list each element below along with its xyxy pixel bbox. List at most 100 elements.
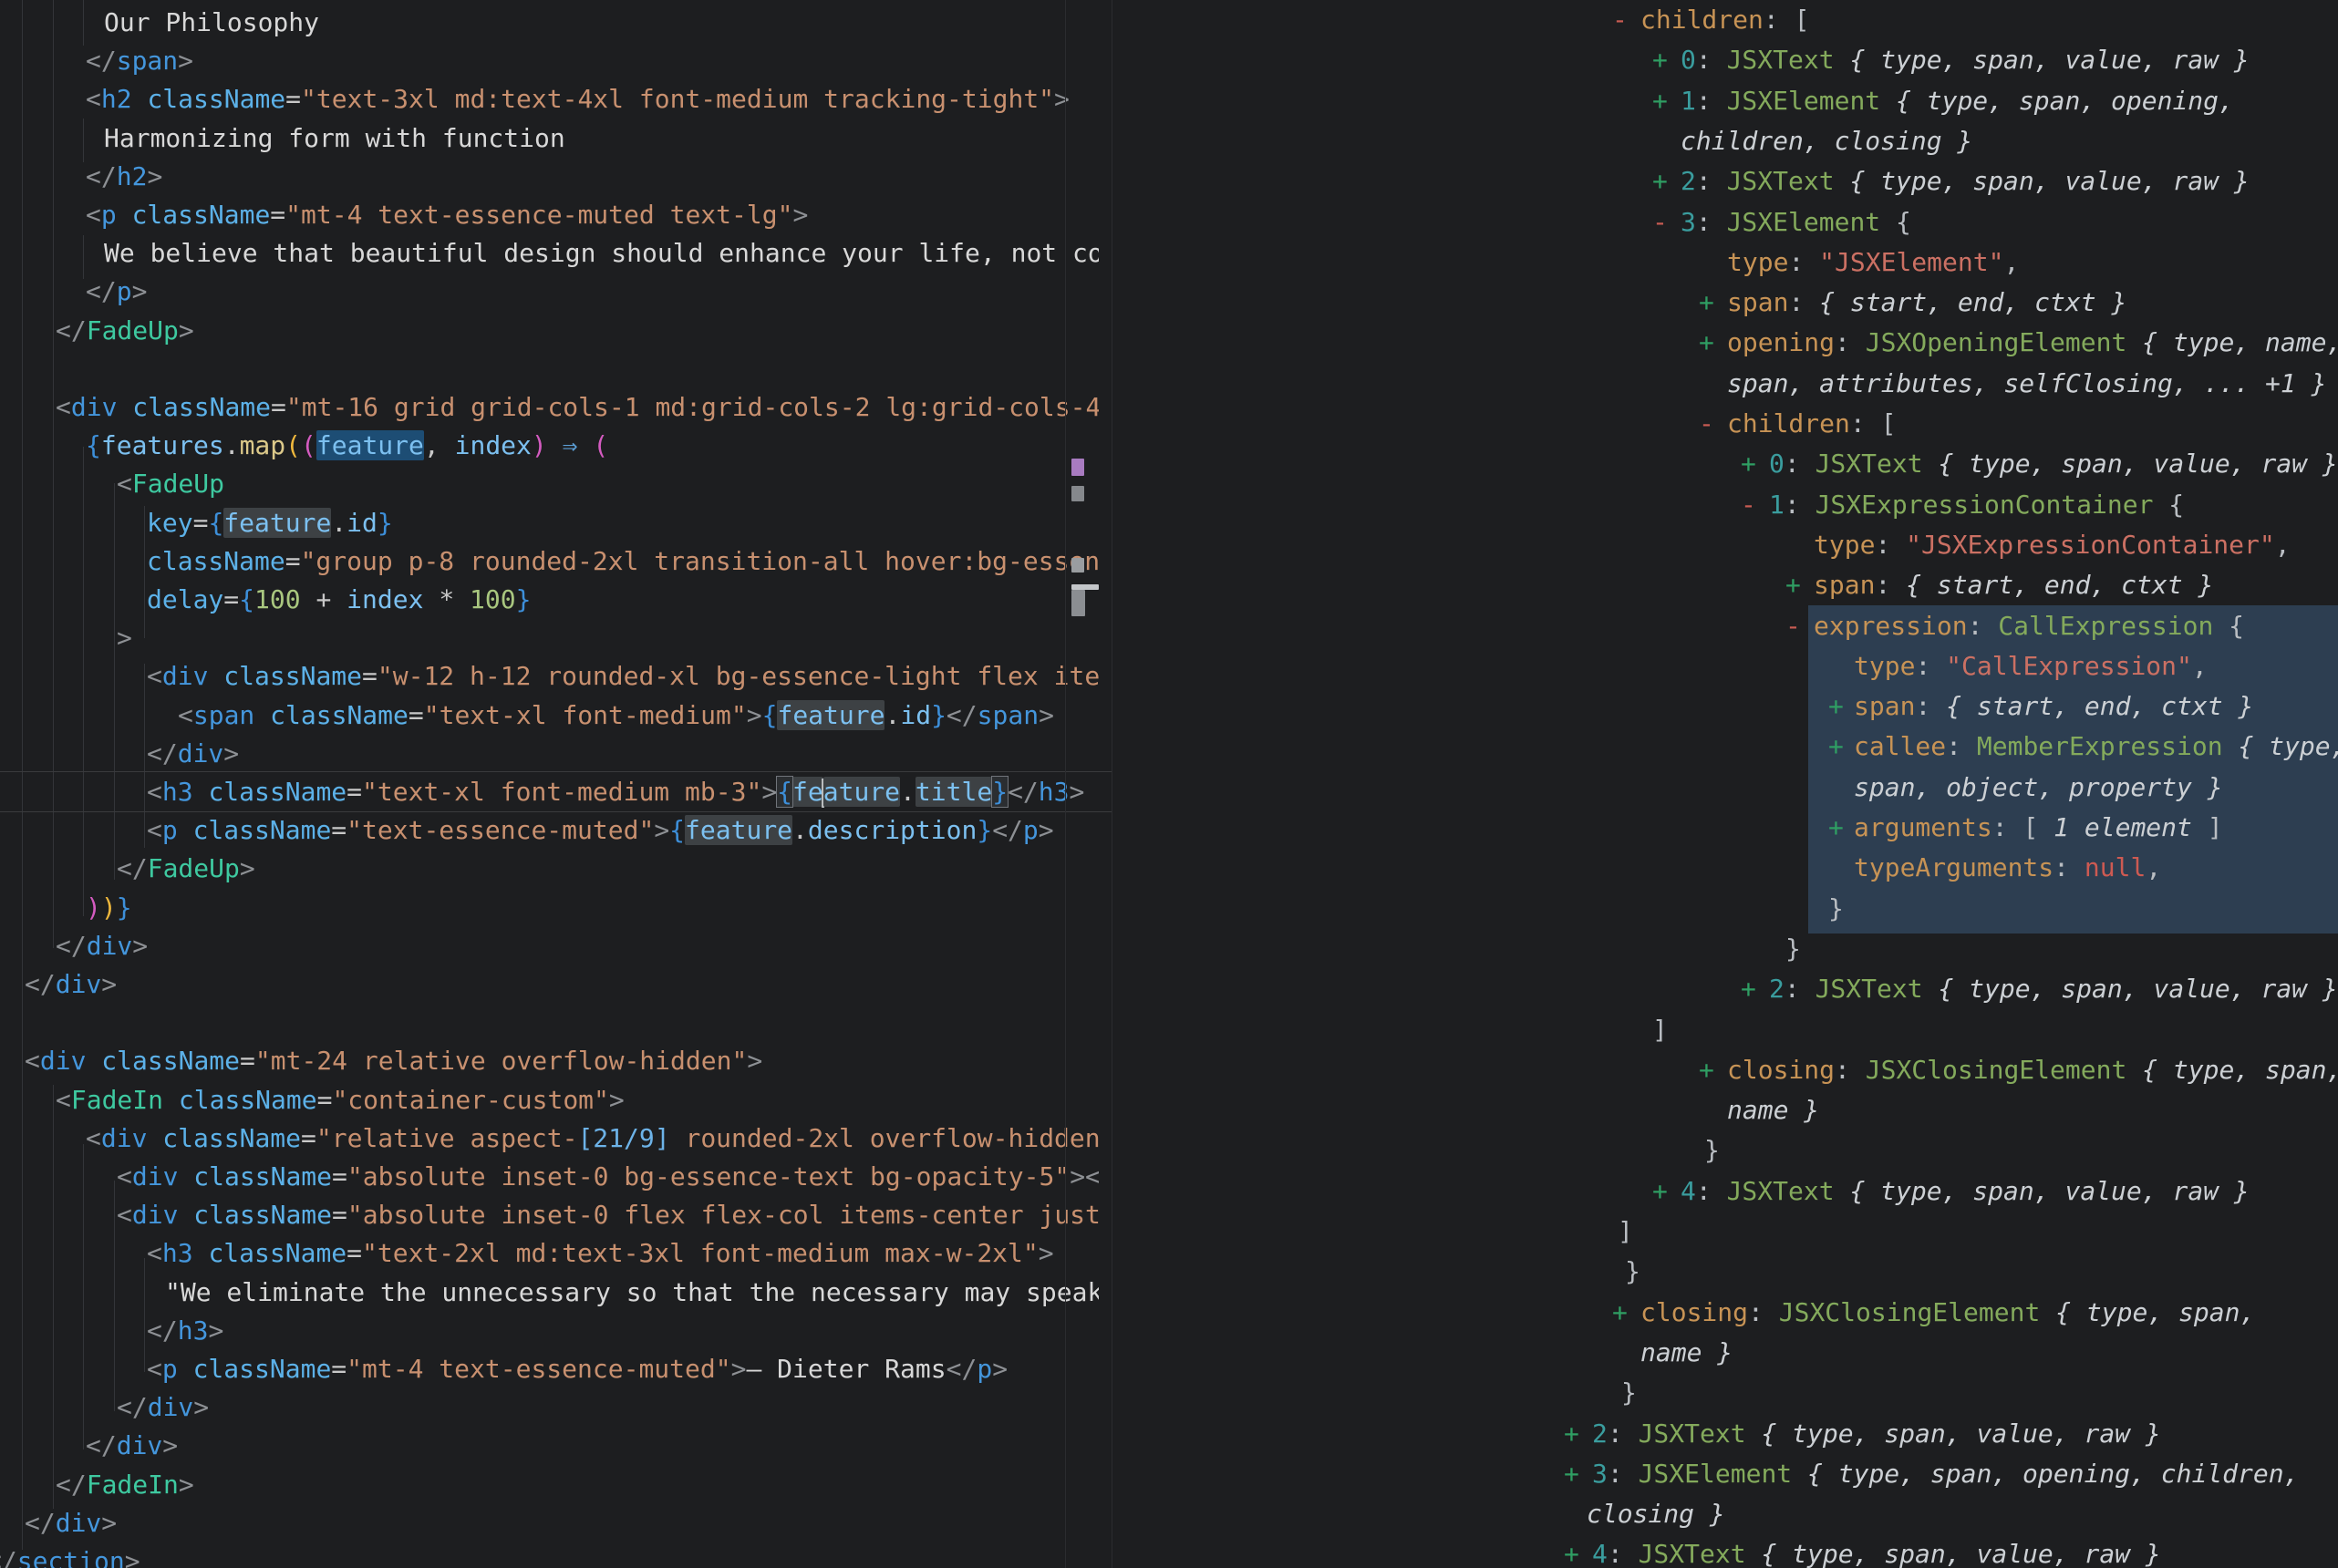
expand-icon[interactable]: + <box>1652 81 1668 121</box>
expand-icon[interactable]: + <box>1652 1171 1668 1212</box>
ast-node-type: JSXText <box>1727 166 1835 196</box>
ast-node-type: JSXClosingElement <box>1866 1055 2127 1085</box>
token: : <box>1835 1055 1866 1085</box>
ast-row[interactable]: } <box>0 1252 2338 1292</box>
expand-icon[interactable]: + <box>1564 1454 1579 1494</box>
ast-row-content: 4: JSXText { type, span, value, raw } <box>1681 1171 2250 1212</box>
collapse-icon[interactable]: - <box>1785 606 1801 646</box>
ast-row[interactable]: -expression: CallExpression { <box>0 606 2338 646</box>
token: , <box>2003 247 2019 277</box>
token: : <box>1608 1418 1639 1449</box>
ast-key: closing <box>1640 1297 1748 1327</box>
ast-row[interactable]: children, closing } <box>0 121 2338 161</box>
ast-row-content: span: { start, end, ctxt } <box>1854 686 2253 727</box>
ast-string-value: "CallExpression" <box>1946 651 2192 681</box>
ast-index: 1 <box>1681 86 1696 116</box>
ast-row[interactable]: typeArguments: null, <box>0 848 2338 888</box>
ast-row[interactable]: } <box>0 929 2338 969</box>
expand-icon[interactable]: + <box>1828 686 1844 727</box>
expand-icon[interactable]: + <box>1699 1050 1714 1090</box>
ast-row[interactable]: +arguments: [ 1 element ] <box>0 808 2338 848</box>
ast-string-value: "JSXElement" <box>1819 247 2003 277</box>
collapse-icon[interactable]: - <box>1652 202 1668 242</box>
ast-row[interactable]: +span: { start, end, ctxt } <box>0 565 2338 605</box>
ast-row[interactable]: +span: { start, end, ctxt } <box>0 283 2338 323</box>
ast-row[interactable]: -children: [ <box>0 404 2338 444</box>
expand-icon[interactable]: + <box>1652 161 1668 201</box>
ast-row[interactable]: +callee: MemberExpression { type, <box>0 727 2338 767</box>
token: : <box>1915 651 1946 681</box>
ast-row[interactable]: name } <box>0 1333 2338 1373</box>
ast-row[interactable]: ] <box>0 1010 2338 1050</box>
ast-row-content: span, attributes, selfClosing, ... +1 } <box>1727 364 2326 404</box>
ast-row[interactable]: +4: JSXText { type, span, value, raw } <box>0 1534 2338 1568</box>
expand-icon[interactable]: + <box>1828 727 1844 767</box>
expand-icon[interactable]: + <box>1741 969 1756 1009</box>
ast-row[interactable]: +2: JSXText { type, span, value, raw } <box>0 161 2338 201</box>
ast-row[interactable]: -3: JSXElement { <box>0 202 2338 242</box>
ast-row[interactable]: +4: JSXText { type, span, value, raw } <box>0 1171 2338 1212</box>
ast-summary: { type, span, value, raw } <box>1835 166 2250 196</box>
ast-node-type: JSXText <box>1816 974 1923 1004</box>
token: : <box>1875 570 1906 600</box>
ast-row[interactable]: span, attributes, selfClosing, ... +1 } <box>0 364 2338 404</box>
expand-icon[interactable]: + <box>1652 40 1668 80</box>
ast-row[interactable]: ] <box>0 1212 2338 1252</box>
expand-icon[interactable]: + <box>1741 444 1756 484</box>
ast-row[interactable]: +2: JSXText { type, span, value, raw } <box>0 1414 2338 1454</box>
ast-row[interactable]: span, object, property } <box>0 768 2338 808</box>
expand-icon[interactable]: + <box>1699 283 1714 323</box>
collapse-icon[interactable]: - <box>1612 0 1628 40</box>
ast-row-content: 2: JSXText { type, span, value, raw } <box>1681 161 2250 201</box>
ast-row[interactable]: +0: JSXText { type, span, value, raw } <box>0 40 2338 80</box>
ast-row-content: ] <box>1652 1010 1668 1050</box>
expand-icon[interactable]: + <box>1564 1414 1579 1454</box>
ast-row[interactable]: type: "CallExpression", <box>0 646 2338 686</box>
token: } <box>1828 893 1844 923</box>
ast-row[interactable]: type: "JSXElement", <box>0 242 2338 283</box>
expand-icon[interactable]: + <box>1785 565 1801 605</box>
ast-row[interactable]: closing } <box>0 1494 2338 1534</box>
ast-row[interactable]: -children: [ <box>0 0 2338 40</box>
ast-key: arguments <box>1854 812 1992 842</box>
ast-key: type <box>1814 530 1875 560</box>
ast-row[interactable]: name } <box>0 1090 2338 1130</box>
ast-row[interactable]: } <box>0 1130 2338 1171</box>
ast-row-content: name } <box>1640 1333 1733 1373</box>
collapse-icon[interactable]: - <box>1741 485 1756 525</box>
ast-node-type: JSXOpeningElement <box>1866 327 2127 357</box>
token: , <box>2146 852 2161 882</box>
ast-row[interactable]: +closing: JSXClosingElement { type, span… <box>0 1050 2338 1090</box>
ast-key: type <box>1854 651 1915 681</box>
collapse-icon[interactable]: - <box>1699 404 1714 444</box>
ast-row[interactable]: } <box>0 1373 2338 1413</box>
ast-row[interactable]: -1: JSXExpressionContainer { <box>0 485 2338 525</box>
expand-icon[interactable]: + <box>1612 1293 1628 1333</box>
ast-summary: name } <box>1640 1337 1733 1367</box>
ast-row[interactable]: +2: JSXText { type, span, value, raw } <box>0 969 2338 1009</box>
ast-node-type: JSXText <box>1639 1539 1746 1568</box>
expand-icon[interactable]: + <box>1828 808 1844 848</box>
ast-row[interactable]: +opening: JSXOpeningElement { type, name… <box>0 323 2338 363</box>
ast-row[interactable]: } <box>0 889 2338 929</box>
ast-row[interactable]: +closing: JSXClosingElement { type, span… <box>0 1293 2338 1333</box>
ast-row[interactable]: +span: { start, end, ctxt } <box>0 686 2338 727</box>
ast-row-content: callee: MemberExpression { type, <box>1854 727 2338 767</box>
expand-icon[interactable]: + <box>1699 323 1714 363</box>
ast-key: expression <box>1814 611 1968 641</box>
ast-row-content: children: [ <box>1640 0 1809 40</box>
ast-index: 2 <box>1681 166 1696 196</box>
ast-row[interactable]: type: "JSXExpressionContainer", <box>0 525 2338 565</box>
ast-key: children <box>1640 5 1764 35</box>
ast-key: opening <box>1727 327 1835 357</box>
expand-icon[interactable]: + <box>1564 1534 1579 1568</box>
ast-row[interactable]: +3: JSXElement { type, span, opening, ch… <box>0 1454 2338 1494</box>
ast-row[interactable]: +1: JSXElement { type, span, opening, <box>0 81 2338 121</box>
ast-summary: { start, end, ctxt } <box>1946 691 2253 721</box>
ast-row[interactable]: +0: JSXText { type, span, value, raw } <box>0 444 2338 484</box>
ast-key: span <box>1727 287 1788 317</box>
ast-index: 2 <box>1769 974 1785 1004</box>
ast-summary: { type, name, <box>2126 327 2338 357</box>
ast-row-content: type: "JSXElement", <box>1727 242 2019 283</box>
ast-row-content: 4: JSXText { type, span, value, raw } <box>1592 1534 2161 1568</box>
